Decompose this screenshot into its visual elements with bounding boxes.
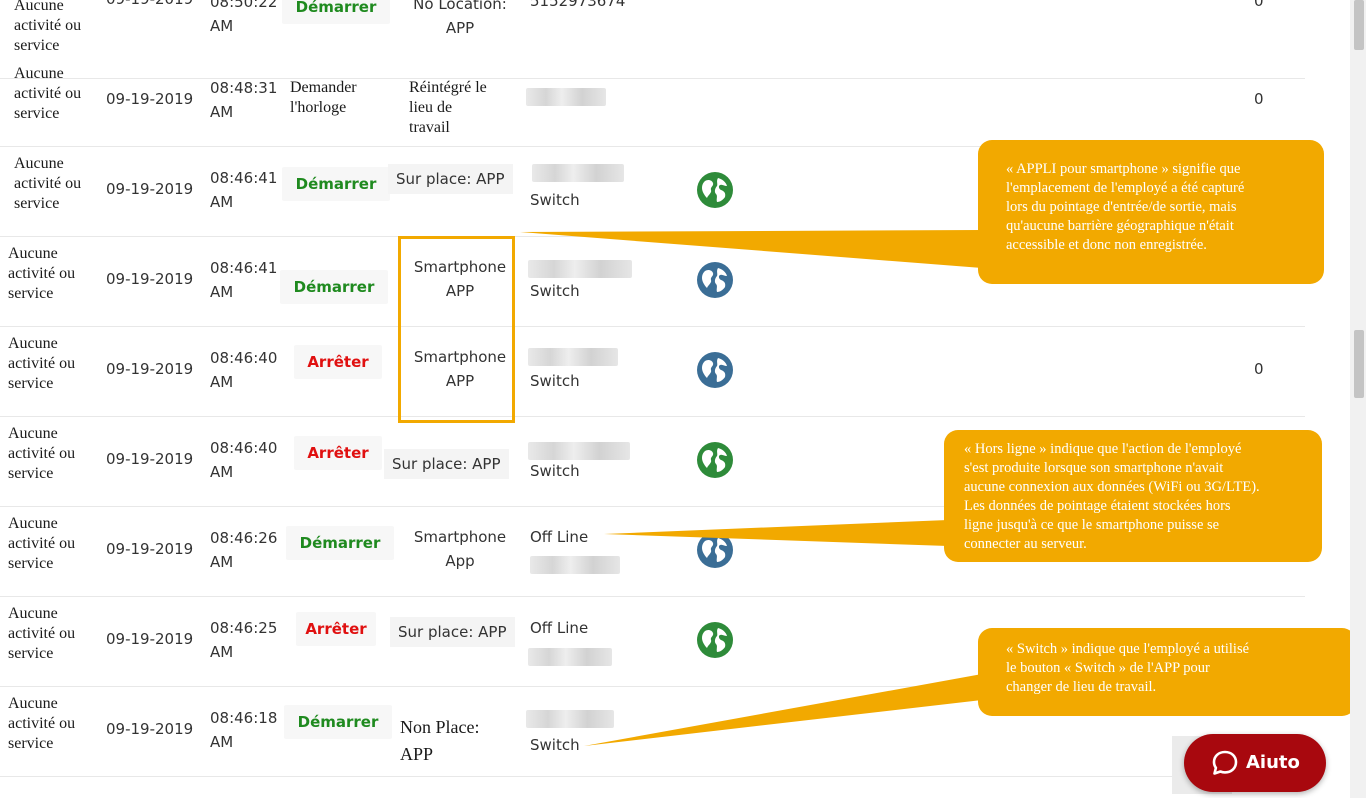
callout-line: l'emplacement de l'employé a été capturé: [1006, 180, 1245, 196]
callout-offline: « Hors ligne » indique que l'action de l…: [944, 430, 1322, 562]
callout-line: s'est produite lorsque son smartphone n'…: [964, 460, 1224, 476]
callout-line: changer de lieu de travail.: [1006, 679, 1157, 695]
callout-line: le bouton « Switch » de l'APP pour: [1006, 660, 1210, 676]
chat-bubble-icon: [1212, 750, 1238, 775]
callout-line: connecter au serveur.: [964, 536, 1087, 552]
callout-line: aucune connexion aux données (WiFi ou 3G…: [964, 479, 1260, 495]
callout-line: ligne jusqu'à ce que le smartphone puiss…: [964, 517, 1220, 533]
callout-switch: « Switch » indique que l'employé a utili…: [978, 628, 1356, 716]
help-button-label: Aiuto: [1246, 752, 1300, 773]
callout-line: lors du pointage d'entrée/de sortie, mai…: [1006, 199, 1237, 215]
callout-smartphone-app: « APPLI pour smartphone » signifie que l…: [978, 140, 1324, 284]
scrollbar-track[interactable]: [1350, 0, 1366, 798]
help-button[interactable]: Aiuto: [1184, 734, 1326, 792]
callout-line: Les données de pointage étaient stockées…: [964, 498, 1231, 514]
scrollbar-thumb-top[interactable]: [1354, 0, 1364, 50]
pointer-offline: [604, 520, 948, 546]
callout-line: « Hors ligne » indique que l'action de l…: [964, 441, 1242, 457]
pointer-switch: [584, 674, 982, 746]
pointer-smartphone: [520, 230, 982, 268]
scrollbar-thumb[interactable]: [1354, 330, 1364, 398]
callout-line: « APPLI pour smartphone » signifie que: [1006, 161, 1241, 177]
callout-line: « Switch » indique que l'employé a utili…: [1006, 641, 1250, 657]
callout-line: accessible et donc non enregistrée.: [1006, 237, 1207, 253]
callout-line: qu'aucune barrière géographique n'était: [1006, 218, 1234, 234]
